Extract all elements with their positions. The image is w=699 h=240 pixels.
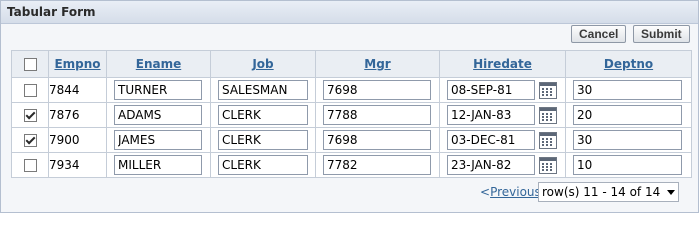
select-all-cell	[11, 50, 49, 78]
hiredate-cell	[439, 127, 566, 153]
hiredate-input[interactable]	[447, 105, 535, 125]
calendar-icon[interactable]	[539, 81, 557, 99]
column-header-empno: Empno	[48, 50, 107, 78]
mgr-input[interactable]	[323, 105, 431, 125]
row-range-value: row(s) 11 - 14 of 14	[542, 185, 661, 199]
deptno-input[interactable]	[573, 80, 682, 100]
sort-ename-link[interactable]: Ename	[136, 57, 181, 71]
calendar-icon[interactable]	[539, 106, 557, 124]
column-header-job: Job	[210, 50, 316, 78]
table-row: 7900	[11, 127, 692, 153]
select-all-checkbox[interactable]	[23, 58, 37, 71]
previous-link[interactable]: Previous	[490, 185, 541, 199]
table-row: 7876	[11, 102, 692, 128]
job-cell	[210, 127, 316, 153]
row-select-checkbox[interactable]	[23, 84, 37, 97]
deptno-cell	[565, 102, 692, 128]
mgr-input[interactable]	[323, 130, 431, 150]
row-select-cell	[11, 102, 49, 128]
deptno-cell	[565, 152, 692, 178]
sort-deptno-link[interactable]: Deptno	[604, 57, 653, 71]
empno-cell: 7900	[48, 127, 107, 153]
job-cell	[210, 102, 316, 128]
table-row: 7934	[11, 152, 692, 178]
deptno-input[interactable]	[573, 130, 682, 150]
row-select-checkbox[interactable]	[23, 109, 37, 122]
sort-empno-link[interactable]: Empno	[54, 57, 100, 71]
ename-cell	[106, 77, 211, 103]
row-select-cell	[11, 127, 49, 153]
deptno-input[interactable]	[573, 155, 682, 175]
submit-button[interactable]: Submit	[633, 25, 690, 43]
column-header-hiredate: Hiredate	[439, 50, 566, 78]
previous-arrow[interactable]: <	[480, 185, 490, 199]
ename-cell	[106, 102, 211, 128]
job-input[interactable]	[218, 80, 308, 100]
calendar-icon[interactable]	[539, 156, 557, 174]
job-cell	[210, 152, 316, 178]
sort-mgr-link[interactable]: Mgr	[364, 57, 390, 71]
deptno-cell	[565, 127, 692, 153]
pagination: <Previous row(s) 11 - 14 of 14	[480, 182, 679, 202]
ename-input[interactable]	[114, 80, 202, 100]
sort-hiredate-link[interactable]: Hiredate	[473, 57, 532, 71]
row-select-checkbox[interactable]	[23, 134, 37, 147]
row-select-checkbox[interactable]	[23, 159, 37, 172]
cancel-button[interactable]: Cancel	[571, 25, 627, 43]
mgr-cell	[315, 127, 440, 153]
job-input[interactable]	[218, 105, 308, 125]
region-title: Tabular Form	[1, 1, 698, 24]
calendar-icon[interactable]	[539, 131, 557, 149]
row-select-cell	[11, 77, 49, 103]
deptno-input[interactable]	[573, 105, 682, 125]
ename-input[interactable]	[114, 105, 202, 125]
ename-input[interactable]	[114, 155, 202, 175]
hiredate-cell	[439, 77, 566, 103]
mgr-cell	[315, 152, 440, 178]
column-header-deptno: Deptno	[565, 50, 692, 78]
mgr-cell	[315, 77, 440, 103]
row-select-cell	[11, 152, 49, 178]
job-input[interactable]	[218, 130, 308, 150]
empno-cell: 7934	[48, 152, 107, 178]
job-input[interactable]	[218, 155, 308, 175]
hiredate-input[interactable]	[447, 155, 535, 175]
header-row: Empno Ename Job Mgr Hiredate Deptno	[11, 50, 692, 78]
row-range-select[interactable]: row(s) 11 - 14 of 14	[538, 182, 679, 202]
hiredate-cell	[439, 152, 566, 178]
empno-cell: 7844	[48, 77, 107, 103]
ename-cell	[106, 127, 211, 153]
empno-cell: 7876	[48, 102, 107, 128]
column-header-ename: Ename	[106, 50, 211, 78]
table-row: 7844	[11, 77, 692, 103]
sort-job-link[interactable]: Job	[252, 57, 273, 71]
hiredate-cell	[439, 102, 566, 128]
mgr-cell	[315, 102, 440, 128]
ename-cell	[106, 152, 211, 178]
mgr-input[interactable]	[323, 155, 431, 175]
mgr-input[interactable]	[323, 80, 431, 100]
hiredate-input[interactable]	[447, 130, 535, 150]
deptno-cell	[565, 77, 692, 103]
hiredate-input[interactable]	[447, 80, 535, 100]
job-cell	[210, 77, 316, 103]
chevron-down-icon	[667, 190, 675, 195]
tabular-form-table: Empno Ename Job Mgr Hiredate Deptno 7844…	[11, 50, 692, 178]
column-header-mgr: Mgr	[315, 50, 440, 78]
ename-input[interactable]	[114, 130, 202, 150]
